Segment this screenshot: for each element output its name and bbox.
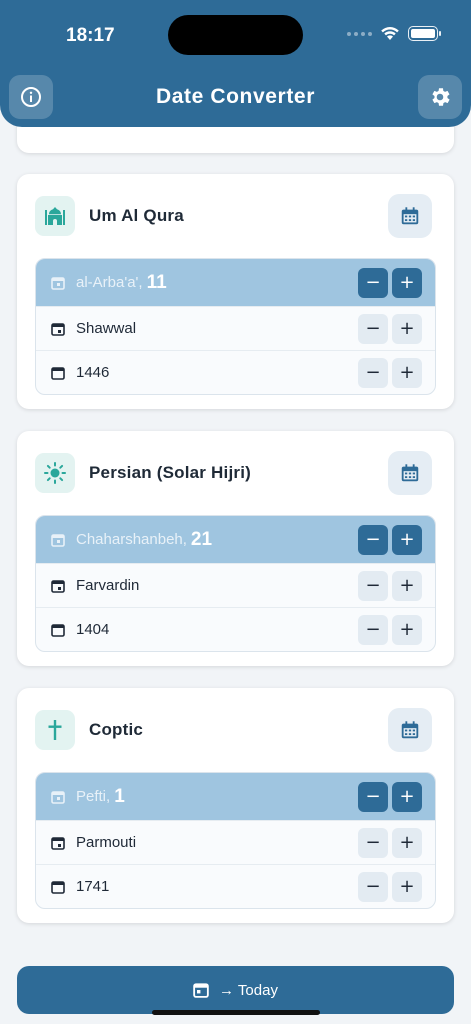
- today-label: → Today: [219, 981, 278, 999]
- calendar-month-icon: [50, 321, 66, 337]
- calendar-day-icon: [50, 789, 66, 805]
- decrement-button[interactable]: −: [358, 570, 388, 601]
- year-stepper: − +: [358, 614, 422, 645]
- calendar-today-icon: [193, 983, 209, 998]
- decrement-button[interactable]: −: [358, 827, 388, 858]
- increment-button[interactable]: +: [392, 313, 422, 344]
- increment-button[interactable]: +: [392, 781, 422, 812]
- calendar-card-persian: Persian (Solar Hijri) Chaharshanbeh, 21 …: [17, 431, 454, 666]
- month-row: Farvardin − +: [36, 563, 435, 607]
- day-number: 11: [146, 271, 167, 293]
- day-number: 21: [190, 528, 213, 550]
- card-header: Persian (Solar Hijri): [35, 451, 432, 495]
- day-stepper: − +: [358, 524, 422, 555]
- calendar-year-icon: [50, 879, 66, 895]
- date-picker-button[interactable]: [388, 708, 432, 752]
- month-value: Parmouti: [76, 834, 137, 851]
- decrement-button[interactable]: −: [358, 313, 388, 344]
- dynamic-island: [168, 15, 303, 55]
- calendar-name: Persian (Solar Hijri): [89, 463, 251, 482]
- day-row: Pefti, 1 − +: [36, 773, 435, 820]
- month-value: Farvardin: [76, 577, 140, 594]
- increment-button[interactable]: +: [392, 524, 422, 555]
- month-value: Shawwal: [76, 320, 137, 337]
- page-title: Date Converter: [156, 85, 315, 108]
- increment-button[interactable]: +: [392, 267, 422, 298]
- day-stepper: − +: [358, 781, 422, 812]
- day-row: al-Arba'a', 11 − +: [36, 259, 435, 306]
- increment-button[interactable]: +: [392, 827, 422, 858]
- day-name: al-Arba'a',: [76, 274, 143, 291]
- increment-button[interactable]: +: [392, 357, 422, 388]
- calendar-day-icon: [50, 532, 66, 548]
- card-header: Um Al Qura: [35, 194, 432, 238]
- date-picker-button[interactable]: [388, 451, 432, 495]
- year-stepper: − +: [358, 357, 422, 388]
- calendar-year-icon: [50, 365, 66, 381]
- year-value: 1741: [76, 878, 110, 895]
- calendar-icon: [401, 207, 419, 225]
- decrement-button[interactable]: −: [358, 781, 388, 812]
- year-stepper: − +: [358, 871, 422, 902]
- increment-button[interactable]: +: [392, 871, 422, 902]
- month-row: Parmouti − +: [36, 820, 435, 864]
- year-row: 1446 − +: [36, 350, 435, 394]
- calendar-icon: [401, 464, 419, 482]
- battery-icon: [408, 26, 441, 41]
- status-time: 18:17: [66, 25, 115, 46]
- day-row: Chaharshanbeh, 21 − +: [36, 516, 435, 563]
- decrement-button[interactable]: −: [358, 357, 388, 388]
- decrement-button[interactable]: −: [358, 267, 388, 298]
- decrement-button[interactable]: −: [358, 871, 388, 902]
- today-button[interactable]: → Today: [17, 966, 454, 1014]
- year-value: 1446: [76, 364, 110, 381]
- home-indicator: [152, 1010, 320, 1015]
- calendar-month-icon: [50, 835, 66, 851]
- month-stepper: − +: [358, 570, 422, 601]
- decrement-button[interactable]: −: [358, 614, 388, 645]
- status-icons: [347, 26, 441, 41]
- day-name: Pefti,: [76, 788, 111, 805]
- decrement-button[interactable]: −: [358, 524, 388, 555]
- increment-button[interactable]: +: [392, 614, 422, 645]
- calendar-name: Coptic: [89, 720, 144, 739]
- calendar-card-coptic: Coptic Pefti, 1 − + Parmouti − + 1741 − …: [17, 688, 454, 923]
- wifi-icon: [381, 27, 399, 40]
- mosque-icon: [35, 196, 75, 236]
- settings-button[interactable]: [418, 75, 462, 119]
- card-header: Coptic: [35, 708, 432, 752]
- calendar-name: Um Al Qura: [89, 206, 184, 225]
- day-name: Chaharshanbeh,: [76, 531, 187, 548]
- day-number: 1: [114, 785, 125, 807]
- app-header: 18:17 Date Converter: [0, 0, 471, 127]
- day-stepper: − +: [358, 267, 422, 298]
- month-stepper: − +: [358, 827, 422, 858]
- date-fields: al-Arba'a', 11 − + Shawwal − + 1446 − +: [35, 258, 436, 395]
- calendar-year-icon: [50, 622, 66, 638]
- signal-icon: [347, 31, 372, 36]
- calendar-day-icon: [50, 275, 66, 291]
- month-row: Shawwal − +: [36, 306, 435, 350]
- increment-button[interactable]: +: [392, 570, 422, 601]
- cross-icon: [35, 710, 75, 750]
- month-stepper: − +: [358, 313, 422, 344]
- year-row: 1404 − +: [36, 607, 435, 651]
- calendar-month-icon: [50, 578, 66, 594]
- year-row: 1741 − +: [36, 864, 435, 908]
- calendar-icon: [401, 721, 419, 739]
- year-value: 1404: [76, 621, 110, 638]
- calendar-card-um-al-qura: Um Al Qura al-Arba'a', 11 − + Shawwal − …: [17, 174, 454, 409]
- date-fields: Chaharshanbeh, 21 − + Farvardin − + 1404: [35, 515, 436, 652]
- sun-icon: [35, 453, 75, 493]
- date-fields: Pefti, 1 − + Parmouti − + 1741 − +: [35, 772, 436, 909]
- gear-icon: [432, 88, 450, 106]
- date-picker-button[interactable]: [388, 194, 432, 238]
